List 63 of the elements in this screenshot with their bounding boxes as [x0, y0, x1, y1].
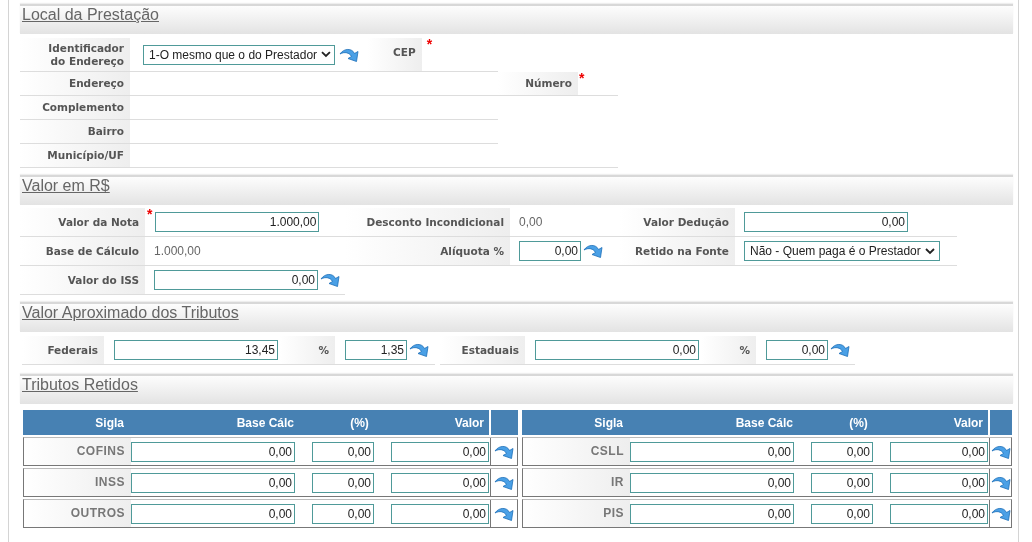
amount-field[interactable]: 0,00 — [154, 270, 318, 290]
column-header: Sigla — [593, 414, 624, 432]
curved-arrow-icon[interactable] — [830, 342, 850, 358]
amount-field[interactable]: 0,00 — [890, 472, 988, 493]
amount-field[interactable]: 0,00 — [312, 503, 374, 524]
curved-arrow-icon[interactable] — [494, 505, 514, 522]
field-label: Identificador do Endereço — [20, 38, 130, 72]
amount-field[interactable]: 0,00 — [744, 212, 908, 232]
curved-arrow-icon[interactable] — [494, 443, 514, 460]
section-title: Tributos Retidos — [22, 376, 138, 393]
field-label: Complemento — [20, 96, 130, 120]
curved-arrow-icon[interactable] — [494, 474, 514, 491]
amount-field[interactable]: 0,00 — [535, 340, 699, 360]
chevron-down-icon — [321, 51, 331, 58]
amount-field[interactable]: 0,00 — [131, 441, 295, 462]
curved-arrow-icon[interactable] — [339, 46, 359, 63]
column-header: (%) — [349, 414, 370, 432]
amount-field[interactable]: 0,00 — [811, 472, 873, 493]
amount-field[interactable]: 0,00 — [766, 340, 828, 360]
required-mark: * — [426, 38, 433, 50]
amount-field[interactable]: 0,00 — [312, 441, 374, 462]
amount-field[interactable]: 0,00 — [519, 241, 581, 261]
column-header: Base Cálc — [235, 414, 295, 432]
amount-field[interactable]: 0,00 — [391, 503, 489, 524]
section-title: Valor em R$ — [22, 177, 110, 194]
column-header: (%) — [848, 414, 869, 432]
amount-field[interactable]: 0,00 — [890, 503, 988, 524]
amount-field[interactable]: 0,00 — [811, 503, 873, 524]
curved-arrow-icon[interactable] — [583, 243, 603, 259]
amount-field[interactable]: 0,00 — [391, 472, 489, 493]
amount-field[interactable]: 0,00 — [131, 503, 295, 524]
amount-field[interactable]: 0,00 — [312, 472, 374, 493]
amount-field[interactable]: 1.000,00 — [155, 212, 320, 232]
field-label: Município/UF — [20, 144, 130, 168]
field-value: 0,00 — [519, 215, 543, 229]
amount-field[interactable]: 0,00 — [630, 441, 794, 462]
field-label: Endereço — [20, 72, 130, 96]
chevron-down-icon — [924, 247, 935, 255]
required-mark: * — [579, 72, 585, 84]
section-title: Valor Aproximado dos Tributos — [22, 304, 239, 321]
column-header: Valor — [952, 414, 984, 432]
curved-arrow-icon[interactable] — [320, 272, 340, 288]
field-value: 1.000,00 — [154, 244, 201, 258]
field-label: Bairro — [20, 120, 130, 144]
curved-arrow-icon[interactable] — [409, 342, 429, 358]
curved-arrow-icon[interactable] — [990, 443, 1011, 460]
amount-field[interactable]: 0,00 — [630, 472, 794, 493]
section-title: Local da Prestação — [22, 6, 159, 23]
required-mark: * — [147, 208, 153, 220]
column-header: Sigla — [94, 414, 125, 432]
amount-field[interactable]: 13,45 — [114, 340, 278, 360]
column-header: Valor — [453, 414, 485, 432]
amount-field[interactable]: 0,00 — [131, 472, 295, 493]
dropdown[interactable]: Não - Quem paga é o Prestador — [744, 241, 940, 261]
amount-field[interactable]: 0,00 — [391, 441, 489, 462]
amount-field[interactable]: 0,00 — [811, 441, 873, 462]
amount-field[interactable]: 1,35 — [345, 340, 407, 360]
amount-field[interactable]: 0,00 — [890, 441, 988, 462]
curved-arrow-icon[interactable] — [990, 505, 1011, 522]
amount-field[interactable]: 0,00 — [630, 503, 794, 524]
dropdown[interactable]: 1-O mesmo que o do Prestador — [143, 44, 335, 65]
column-header: Base Cálc — [734, 414, 794, 432]
curved-arrow-icon[interactable] — [990, 474, 1011, 491]
